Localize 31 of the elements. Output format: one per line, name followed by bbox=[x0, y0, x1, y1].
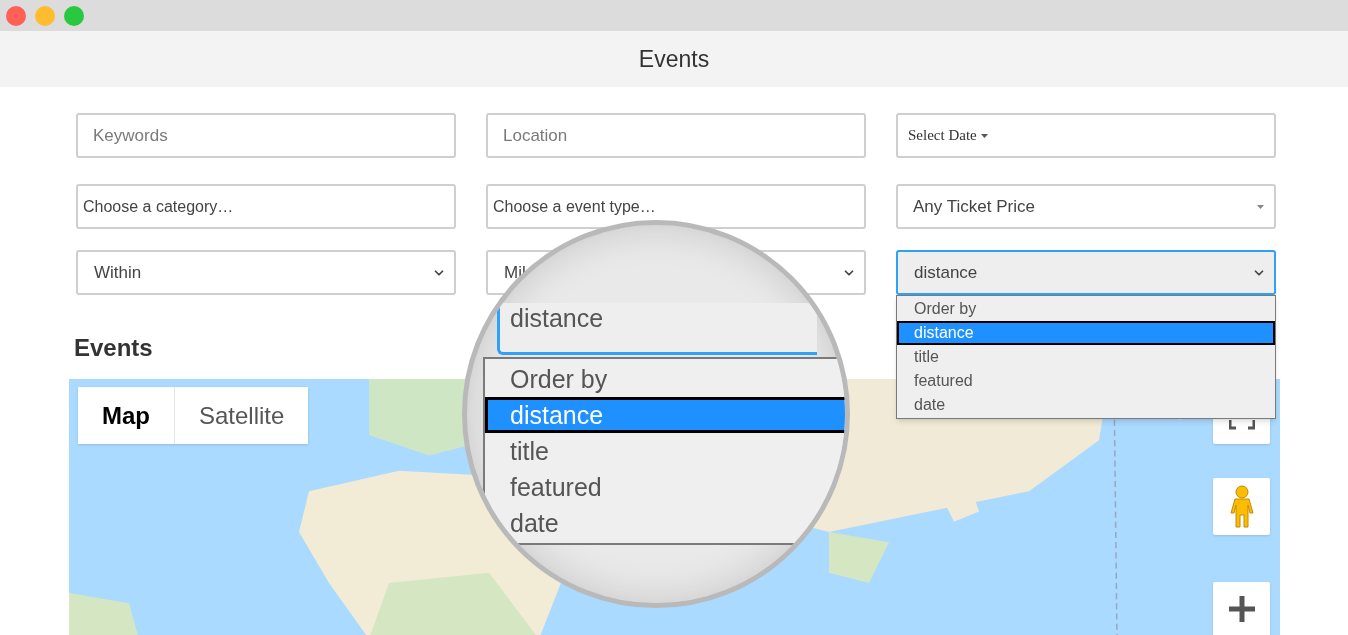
dropdown-select[interactable]: distance bbox=[896, 250, 1276, 295]
dropdown-option[interactable]: Order by bbox=[897, 297, 1275, 321]
category-field[interactable]: Choose a category… bbox=[76, 184, 456, 229]
zoomed-option: Order by bbox=[485, 361, 845, 397]
category-field[interactable]: Choose a event type… bbox=[486, 184, 866, 229]
date-picker[interactable]: Select Date bbox=[896, 113, 1276, 158]
maximize-button[interactable] bbox=[64, 5, 84, 26]
dropdown-option[interactable]: featured bbox=[897, 369, 1275, 393]
dropdown-option[interactable]: title bbox=[897, 345, 1275, 369]
plus-icon bbox=[1228, 596, 1255, 622]
zoom-in-button[interactable] bbox=[1213, 582, 1270, 635]
zoomed-option: date bbox=[485, 505, 845, 541]
page-title: Events bbox=[638, 44, 710, 74]
text-field[interactable]: Keywords bbox=[76, 113, 456, 158]
fullscreen-icon bbox=[1228, 420, 1255, 430]
zoomed-option: featured bbox=[485, 469, 845, 505]
caret-icon bbox=[980, 133, 988, 138]
dropdown-select[interactable]: Within bbox=[76, 250, 456, 295]
map-type-button[interactable]: Satellite bbox=[174, 387, 309, 444]
street-view-button[interactable] bbox=[1213, 478, 1270, 535]
zoomed-option: title bbox=[485, 433, 845, 469]
caret-icon bbox=[1257, 204, 1264, 209]
dropdown-option[interactable]: date bbox=[897, 393, 1275, 417]
section-heading: Events bbox=[74, 333, 153, 363]
person-icon bbox=[1229, 484, 1254, 529]
zoomed-option: distance bbox=[485, 397, 845, 433]
text-field[interactable]: Location bbox=[486, 113, 866, 158]
map-type-button[interactable]: Map bbox=[78, 387, 174, 444]
ticket-price-select[interactable]: Any Ticket Price bbox=[896, 184, 1276, 229]
close-button[interactable] bbox=[6, 5, 26, 26]
minimize-button[interactable] bbox=[35, 5, 55, 26]
